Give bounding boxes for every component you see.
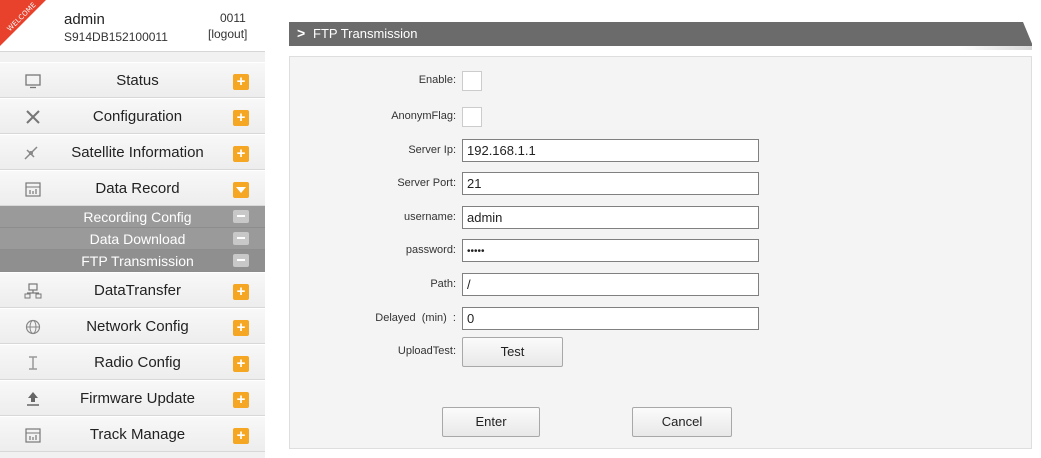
enable-checkbox[interactable]	[462, 71, 482, 91]
menu-item-label: Firmware Update	[79, 390, 196, 407]
chevron-right-icon: >	[297, 25, 306, 41]
expand-icon[interactable]: +	[233, 428, 249, 444]
menu-item-network-config[interactable]: Network Config +	[0, 308, 265, 344]
menu-item-radio-config[interactable]: Radio Config +	[0, 344, 265, 380]
user-info-panel: WELCOME admin S914DB152100011 0011 [logo…	[0, 0, 265, 52]
network-transfer-icon	[24, 282, 42, 300]
menu-item-datatransfer[interactable]: DataTransfer +	[0, 272, 265, 308]
anonym-flag-checkbox[interactable]	[462, 107, 482, 127]
server-ip-label: Server Ip:	[408, 144, 456, 156]
menu-item-configuration[interactable]: Configuration +	[0, 98, 265, 134]
menu-item-label: Satellite Information	[71, 144, 204, 161]
submenu-item-ftp-transmission[interactable]: FTP Transmission	[0, 250, 265, 272]
globe-icon	[24, 318, 42, 336]
username-label: username:	[404, 211, 456, 223]
user-code: 0011	[220, 11, 246, 25]
page-title-bar: > FTP Transmission	[289, 22, 1032, 46]
expand-icon[interactable]: +	[233, 284, 249, 300]
server-port-row: Server Port: 21	[290, 172, 1033, 196]
submenu-item-label: Data Download	[89, 231, 186, 247]
ftp-settings-form: Enable: AnonymFlag: Server Ip: 192.168.1…	[289, 56, 1032, 449]
path-row: Path: /	[290, 273, 1033, 297]
upload-test-label: UploadTest:	[397, 345, 456, 357]
path-input[interactable]: /	[462, 273, 759, 296]
menu-item-status[interactable]: Status +	[0, 62, 265, 98]
submenu-item-label: FTP Transmission	[81, 253, 194, 269]
enable-label: Enable:	[418, 74, 456, 86]
user-name: admin	[64, 11, 105, 28]
expand-icon[interactable]: +	[233, 146, 249, 162]
delayed-label: Delayed (min) :	[375, 312, 456, 324]
test-button[interactable]: Test	[462, 337, 563, 367]
menu-item-firmware-update[interactable]: Firmware Update +	[0, 380, 265, 416]
server-ip-row: Server Ip: 192.168.1.1	[290, 139, 1033, 163]
password-label: password:	[405, 244, 456, 256]
password-input[interactable]: •••••	[462, 239, 759, 262]
monitor-icon	[24, 72, 42, 90]
menu-item-label: Configuration	[92, 108, 183, 125]
delayed-input[interactable]: 0	[462, 307, 759, 330]
expand-icon[interactable]: +	[233, 320, 249, 336]
menu-item-label: Status	[116, 72, 159, 89]
submenu-item-recording-config[interactable]: Recording Config	[0, 206, 265, 228]
menu-item-label: Track Manage	[89, 426, 186, 443]
expand-icon[interactable]: +	[233, 74, 249, 90]
upload-test-row: UploadTest:	[290, 340, 1033, 364]
welcome-ribbon	[0, 0, 46, 46]
minus-icon	[233, 232, 249, 245]
minus-icon	[233, 210, 249, 223]
delayed-row: Delayed (min) : 0	[290, 307, 1033, 331]
server-ip-input[interactable]: 192.168.1.1	[462, 139, 759, 162]
menu-item-satellite-information[interactable]: Satellite Information +	[0, 134, 265, 170]
device-serial: S914DB152100011	[64, 30, 168, 44]
menu-item-label: Radio Config	[94, 354, 181, 371]
menu-item-label: DataTransfer	[94, 282, 181, 299]
sidebar: WELCOME admin S914DB152100011 0011 [logo…	[0, 0, 265, 458]
data-record-submenu: Recording Config Data Download FTP Trans…	[0, 206, 265, 272]
path-label: Path:	[430, 278, 456, 290]
expand-icon[interactable]: +	[233, 392, 249, 408]
username-row: username: admin	[290, 206, 1033, 230]
menu-item-label: Network Config	[86, 318, 189, 335]
collapse-icon[interactable]	[233, 182, 249, 198]
anonym-flag-label: AnonymFlag:	[391, 110, 456, 122]
main-menu: Status + Configuration + Satellite Infor…	[0, 62, 265, 452]
calendar-icon	[24, 426, 42, 444]
menu-item-track-manage[interactable]: Track Manage +	[0, 416, 265, 452]
menu-item-data-record[interactable]: Data Record	[0, 170, 265, 206]
expand-icon[interactable]: +	[233, 110, 249, 126]
satellite-icon	[22, 144, 40, 162]
logout-link[interactable]: [logout]	[208, 27, 247, 41]
page-title: FTP Transmission	[313, 26, 418, 41]
title-bar-shadow	[960, 46, 1032, 50]
username-input[interactable]: admin	[462, 206, 759, 229]
submenu-item-label: Recording Config	[83, 209, 192, 225]
expand-icon[interactable]: +	[233, 356, 249, 372]
password-row: password: •••••	[290, 239, 1033, 263]
server-port-input[interactable]: 21	[462, 172, 759, 195]
upload-icon	[24, 390, 42, 408]
menu-item-label: Data Record	[95, 180, 180, 197]
anonym-flag-row: AnonymFlag:	[290, 105, 1033, 129]
enable-row: Enable:	[290, 69, 1033, 93]
minus-icon	[233, 254, 249, 267]
tools-icon	[24, 108, 42, 126]
cancel-button[interactable]: Cancel	[632, 407, 732, 437]
enter-button[interactable]: Enter	[442, 407, 540, 437]
server-port-label: Server Port:	[397, 177, 456, 189]
radio-antenna-icon	[24, 354, 42, 372]
submenu-item-data-download[interactable]: Data Download	[0, 228, 265, 250]
calendar-icon	[24, 180, 42, 198]
